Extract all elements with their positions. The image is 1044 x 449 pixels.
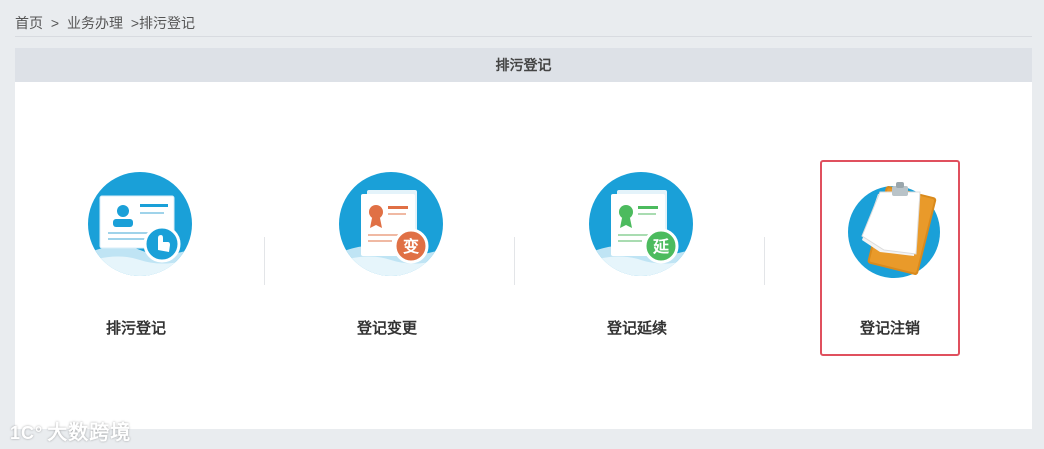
service-item-registration-extension[interactable]: 延 登记延续: [567, 160, 707, 356]
service-item-registration-cancellation[interactable]: 登记注销: [820, 160, 960, 356]
service-item-label: 登记延续: [606, 320, 667, 337]
breadcrumb-separator: >: [50, 15, 60, 31]
badge-text: 延: [652, 237, 670, 256]
main-panel: 排污登记 排污登记 变 登记变更 延 登记延续 登记注销: [15, 48, 1032, 429]
divider: [264, 237, 265, 285]
watermark-text: 大数跨境: [47, 422, 132, 444]
breadcrumb-current: 排污登记: [139, 15, 196, 31]
breadcrumb-home[interactable]: 首页: [15, 15, 43, 31]
service-item-label: 登记变更: [356, 320, 417, 337]
breadcrumb-business[interactable]: 业务办理: [67, 15, 123, 31]
service-items: 排污登记 变 登记变更 延 登记延续 登记注销: [15, 82, 1032, 429]
certificate-change-icon: 变: [337, 170, 445, 278]
certificate-extend-icon: 延: [587, 170, 695, 278]
service-item-registration-change[interactable]: 变 登记变更: [317, 160, 457, 356]
panel-title: 排污登记: [15, 48, 1032, 82]
clipboard-cancel-icon: [840, 170, 948, 278]
registration-card-icon: [86, 170, 194, 278]
breadcrumb-divider: [15, 36, 1032, 37]
service-item-label: 登记注销: [859, 320, 920, 337]
divider: [764, 237, 765, 285]
breadcrumb-separator: >: [130, 15, 140, 31]
watermark-logo: 1C°: [10, 423, 44, 443]
watermark: 1C° 大数跨境: [10, 416, 131, 445]
service-item-discharge-registration[interactable]: 排污登记: [66, 160, 206, 356]
divider: [514, 237, 515, 285]
service-item-label: 排污登记: [105, 320, 166, 337]
badge-text: 变: [403, 237, 419, 256]
breadcrumb: 首页 > 业务办理 >排污登记: [15, 12, 199, 34]
